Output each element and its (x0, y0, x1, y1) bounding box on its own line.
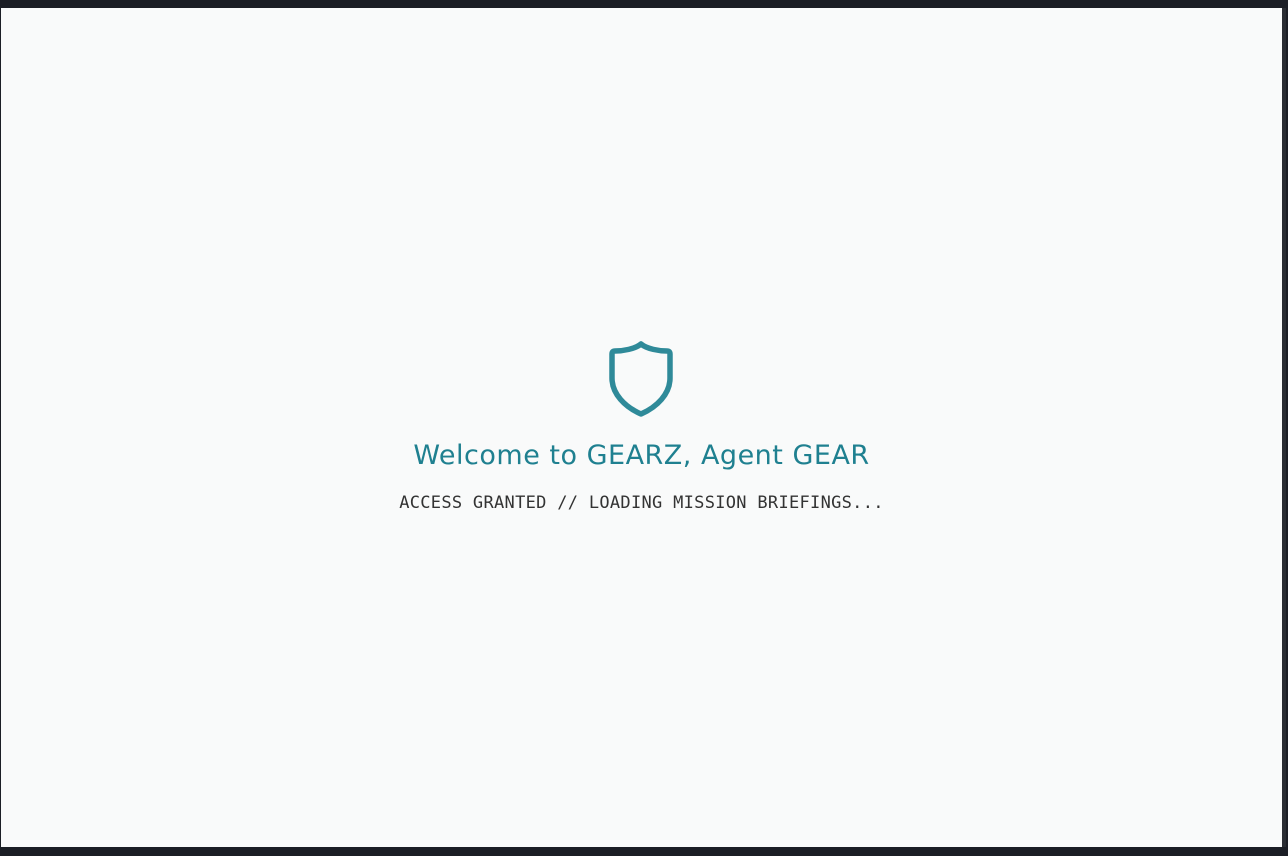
app-window: Welcome to GEARZ, Agent GEAR ACCESS GRAN… (1, 8, 1286, 847)
welcome-splash: Welcome to GEARZ, Agent GEAR ACCESS GRAN… (1, 340, 1282, 513)
shield-icon (609, 340, 673, 418)
welcome-title: Welcome to GEARZ, Agent GEAR (413, 440, 870, 471)
status-message: ACCESS GRANTED // LOADING MISSION BRIEFI… (399, 493, 884, 513)
